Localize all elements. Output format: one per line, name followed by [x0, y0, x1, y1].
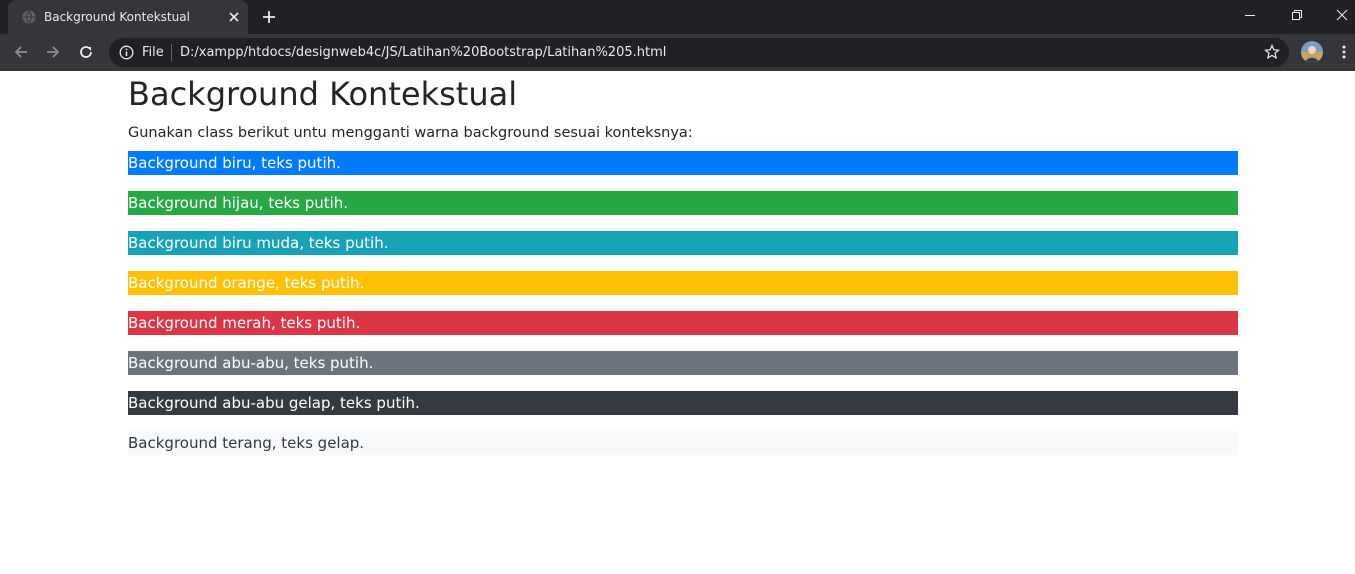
background-list: Background biru, teks putih. Background h… — [128, 151, 1238, 455]
bookmark-star-icon[interactable] — [1264, 44, 1280, 60]
background-bar: Background biru muda, teks putih. — [128, 231, 1238, 255]
background-bar: Background orange, teks putih. — [128, 271, 1238, 295]
back-arrow-icon[interactable] — [12, 43, 30, 61]
close-tab-icon[interactable] — [227, 10, 241, 24]
background-bar: Background abu-abu, teks putih. — [128, 351, 1238, 375]
new-tab-icon[interactable] — [261, 9, 277, 25]
forward-arrow-icon[interactable] — [44, 43, 62, 61]
profile-avatar[interactable] — [1301, 41, 1323, 63]
scheme-label: File — [142, 45, 164, 60]
background-bar: Background biru, teks putih. — [128, 151, 1238, 175]
browser-toolbar: File D:/xampp/htdocs/designweb4c/JS/Lati… — [0, 34, 1355, 71]
tab-strip: Background Kontekstual — [0, 0, 1355, 34]
background-bar: Background merah, teks putih. — [128, 311, 1238, 335]
minimize-icon[interactable] — [1243, 8, 1257, 22]
background-bar: Background abu-abu gelap, teks putih. — [128, 391, 1238, 415]
address-bar[interactable]: File D:/xampp/htdocs/designweb4c/JS/Lati… — [109, 38, 1289, 67]
browser-tab[interactable]: Background Kontekstual — [8, 0, 248, 34]
background-bar: Background terang, teks gelap. — [128, 431, 1238, 455]
close-window-icon[interactable] — [1335, 8, 1349, 22]
background-bar: Background hijau, teks putih. — [128, 191, 1238, 215]
page-title: Background Kontekstual — [128, 75, 518, 113]
reload-icon[interactable] — [77, 43, 95, 61]
intro-text: Gunakan class berikut untu mengganti war… — [128, 125, 693, 141]
url-text[interactable]: D:/xampp/htdocs/designweb4c/JS/Latihan%2… — [180, 45, 666, 60]
kebab-menu-icon[interactable] — [1337, 44, 1351, 60]
globe-icon — [22, 10, 36, 24]
info-icon[interactable] — [119, 45, 134, 60]
restore-icon[interactable] — [1290, 8, 1304, 22]
omnibox-divider — [171, 44, 172, 61]
tab-title: Background Kontekstual — [44, 10, 190, 24]
page-container: Background Kontekstual Gunakan class ber… — [128, 71, 1238, 471]
